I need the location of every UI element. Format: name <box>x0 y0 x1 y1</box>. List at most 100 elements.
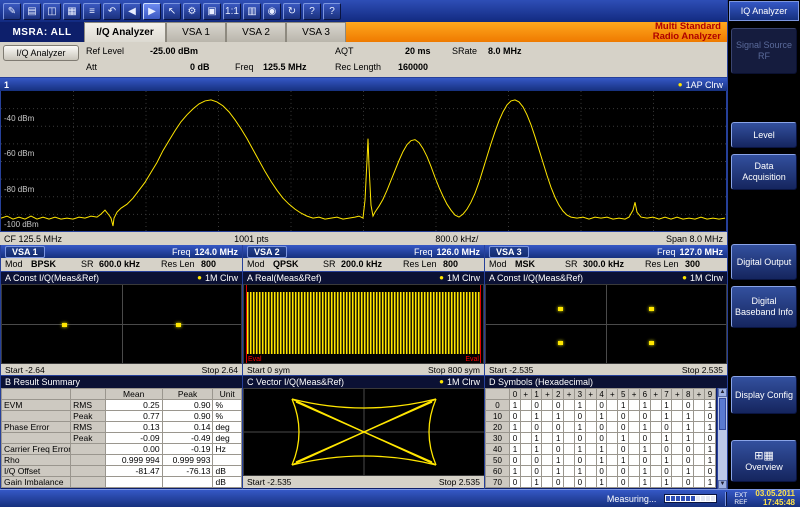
result-cell: Phase Error <box>2 422 71 433</box>
vsa3-titlebar[interactable]: VSA 3 Freq 127.0 MHz <box>485 245 727 258</box>
vsa1-constellation-plot[interactable] <box>1 284 242 364</box>
camera-icon[interactable]: ◉ <box>263 3 281 20</box>
spectrum-plot[interactable]: -40 dBm -60 dBm -80 dBm -100 dBm <box>0 91 727 232</box>
symbol-cell <box>564 444 575 455</box>
eval-line-right[interactable] <box>480 285 481 363</box>
vsa3-freq-value[interactable]: 127.0 MHz <box>679 247 723 257</box>
mod-value[interactable]: BPSK <box>31 259 56 269</box>
softkey-signal-source[interactable]: Signal Source RF <box>731 28 797 74</box>
symbol-cell <box>694 422 705 433</box>
symbol-cell <box>629 444 640 455</box>
vector-panel: C Vector I/Q(Meas&Ref) ● 1M Clrw Start -… <box>242 375 484 489</box>
symbol-col-header: + <box>607 389 618 400</box>
ref-level-value[interactable]: -25.00 dBm <box>150 46 198 58</box>
sr-value[interactable]: 300.0 kHz <box>583 259 624 269</box>
new-document-icon[interactable]: ✎ <box>3 3 21 20</box>
tab-vsa-3[interactable]: VSA 3 <box>286 22 346 42</box>
measurement-progress-bar <box>664 494 717 503</box>
aqt-value[interactable]: 20 ms <box>405 46 431 58</box>
symbol-cell <box>672 455 683 466</box>
iq-analyzer-button[interactable]: I/Q Analyzer <box>3 45 79 61</box>
windows-layout-icon[interactable]: ▣ <box>203 3 221 20</box>
srate-value[interactable]: 8.0 MHz <box>488 46 522 58</box>
tab-msra[interactable]: MSRA: ALL <box>0 22 84 42</box>
freq-value[interactable]: 125.5 MHz <box>263 62 307 74</box>
undo-icon[interactable]: ↶ <box>103 3 121 20</box>
save-icon[interactable]: ◫ <box>43 3 61 20</box>
softkey-digital-baseband-info[interactable]: Digital Baseband Info <box>731 286 797 328</box>
date-time-readout[interactable]: 03.05.2011 17:45:48 <box>755 490 795 507</box>
symbol-cell: 1 <box>639 477 650 488</box>
symbol-row: 601011001010 <box>486 466 716 477</box>
symbols-titlebar[interactable]: D Symbols (Hexadecimal) <box>485 375 727 388</box>
symbol-cell: 0 <box>553 400 564 411</box>
scrollbar-thumb[interactable] <box>719 398 726 430</box>
symbol-cell <box>629 411 640 422</box>
vsa1-stop-readout: Stop 2.64 <box>202 365 238 375</box>
mod-value[interactable]: QPSK <box>273 259 299 269</box>
vector-plot[interactable] <box>243 388 485 476</box>
result-cell: % <box>213 411 242 422</box>
one-to-one-icon[interactable]: 1:1 <box>223 3 241 20</box>
softkey-data-acquisition[interactable]: Data Acquisition <box>731 154 797 190</box>
rec-length-value[interactable]: 160000 <box>398 62 428 74</box>
display-icon[interactable]: ▥ <box>243 3 261 20</box>
symbol-cell: 0 <box>574 411 585 422</box>
vsa1-titlebar[interactable]: VSA 1 Freq 124.0 MHz <box>1 245 242 258</box>
symbol-cell: 1 <box>704 400 715 411</box>
select-cursor-icon[interactable]: ↖ <box>163 3 181 20</box>
toolbar: ✎▤◫▦≡↶◀▶↖⚙▣1:1▥◉↻?? <box>0 0 727 22</box>
symbol-cell: 0 <box>661 422 672 433</box>
spectrum-trace-tag: ● 1AP Clrw <box>678 80 723 90</box>
vsa3-constellation-plot[interactable] <box>485 284 727 364</box>
tab-iq-analyzer[interactable]: I/Q Analyzer <box>84 22 166 42</box>
reslen-value[interactable]: 300 <box>685 259 700 269</box>
scroll-down-icon[interactable]: ▼ <box>718 480 727 489</box>
symbol-cell <box>585 433 596 444</box>
vsa2-real-plot[interactable]: Eval Eval <box>243 284 484 364</box>
softkey-overview[interactable]: ⊞▦ Overview <box>731 440 797 482</box>
sr-value[interactable]: 600.0 kHz <box>99 259 140 269</box>
context-help-icon[interactable]: ? <box>303 3 321 20</box>
print-icon[interactable]: ▤ <box>23 3 41 20</box>
result-summary-titlebar[interactable]: B Result Summary <box>1 375 242 388</box>
vector-plot-svg <box>244 389 484 475</box>
result-cell <box>71 444 106 455</box>
vector-titlebar[interactable]: C Vector I/Q(Meas&Ref) ● 1M Clrw <box>243 375 484 388</box>
softkey-display-config[interactable]: Display Config <box>731 376 797 414</box>
reslen-value[interactable]: 800 <box>443 259 458 269</box>
constellation-point <box>649 341 654 345</box>
att-value[interactable]: 0 dB <box>190 62 210 74</box>
symbol-cell <box>520 422 531 433</box>
refresh-icon[interactable]: ↻ <box>283 3 301 20</box>
vsa1-name-button[interactable]: VSA 1 <box>5 246 45 258</box>
vsa2-freq-value[interactable]: 126.0 MHz <box>436 247 480 257</box>
sr-value[interactable]: 200.0 kHz <box>341 259 382 269</box>
vsa3-name-button[interactable]: VSA 3 <box>489 246 529 258</box>
symbol-cell <box>564 411 575 422</box>
vsa2-name-button[interactable]: VSA 2 <box>247 246 287 258</box>
menu-icon[interactable]: ≡ <box>83 3 101 20</box>
symbols-scrollbar[interactable]: ▲ ▼ <box>717 388 727 489</box>
scroll-up-icon[interactable]: ▲ <box>718 388 727 397</box>
vsa1-freq-value[interactable]: 124.0 MHz <box>194 247 238 257</box>
progress-segment <box>691 496 695 501</box>
statusbar-divider <box>725 492 726 506</box>
user-setup-icon[interactable]: ⚙ <box>183 3 201 20</box>
tab-vsa-2[interactable]: VSA 2 <box>226 22 286 42</box>
vsa2-titlebar[interactable]: VSA 2 Freq 126.0 MHz <box>243 245 484 258</box>
spectrum-titlebar[interactable]: 1 ● 1AP Clrw <box>0 78 727 91</box>
symbol-cell <box>607 444 618 455</box>
back-icon[interactable]: ◀ <box>123 3 141 20</box>
help-icon[interactable]: ? <box>323 3 341 20</box>
softkey-digital-output[interactable]: Digital Output <box>731 244 797 280</box>
tab-vsa-1[interactable]: VSA 1 <box>166 22 226 42</box>
eval-line-left[interactable] <box>246 285 247 363</box>
result-cell <box>213 455 242 466</box>
reslen-value[interactable]: 800 <box>201 259 216 269</box>
result-row: Carrier Freq Error0.00-0.19Hz <box>2 444 242 455</box>
forward-icon[interactable]: ▶ <box>143 3 161 20</box>
mod-value[interactable]: MSK <box>515 259 535 269</box>
report-icon[interactable]: ▦ <box>63 3 81 20</box>
softkey-level[interactable]: Level <box>731 122 797 148</box>
